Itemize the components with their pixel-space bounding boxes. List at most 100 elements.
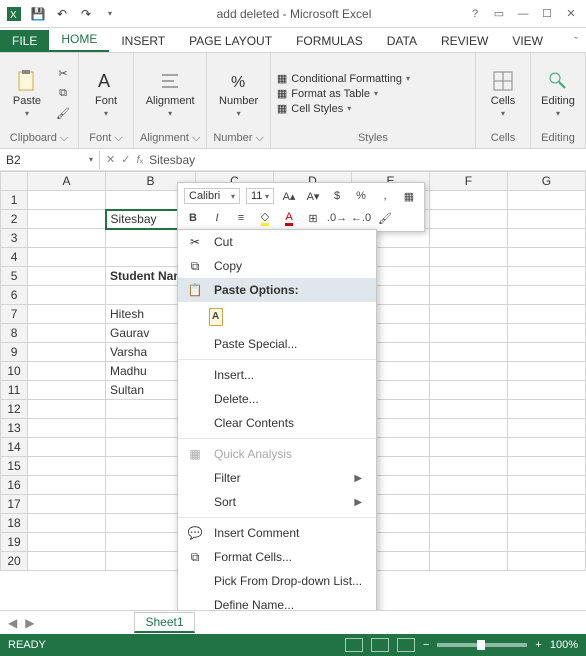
zoom-out-icon[interactable]: − [423, 639, 429, 651]
merge-icon[interactable]: 🖌 [376, 209, 394, 227]
italic-icon[interactable]: I [208, 209, 226, 227]
formula-input[interactable]: Sitesbay [149, 153, 580, 167]
cut-icon[interactable]: ✂ [54, 65, 72, 83]
accounting-format-icon[interactable]: $ [328, 187, 346, 205]
ribbon-options-icon[interactable]: ▭ [488, 4, 510, 24]
format-painter-icon[interactable]: ▦ [400, 187, 418, 205]
clipboard-icon: 📋 [186, 282, 204, 298]
decrease-decimal-icon[interactable]: ←.0 [352, 209, 370, 227]
row-header[interactable]: 11 [1, 381, 28, 400]
paste-button[interactable]: Paste ▾ [6, 69, 48, 118]
tab-pagelayout[interactable]: PAGE LAYOUT [177, 30, 284, 52]
ctx-insert-comment[interactable]: 💬Insert Comment [178, 521, 376, 545]
zoom-slider[interactable] [437, 643, 527, 647]
formatpainter-icon[interactable]: 🖌 [54, 105, 72, 123]
ctx-paste-options[interactable]: 📋Paste Options: [178, 278, 376, 302]
decrease-font-icon[interactable]: A▾ [304, 187, 322, 205]
center-icon[interactable]: ≡ [232, 209, 250, 227]
select-all[interactable] [1, 172, 28, 191]
mini-font-select[interactable]: Calibri▾ [184, 188, 240, 204]
copy-icon[interactable]: ⧉ [54, 85, 72, 103]
nav-prev-icon[interactable]: ◀ [0, 616, 25, 630]
row-header[interactable]: 18 [1, 514, 28, 533]
ctx-sort[interactable]: Sort▶ [178, 490, 376, 514]
row-header[interactable]: 3 [1, 229, 28, 248]
mini-size-select[interactable]: 11▾ [246, 188, 274, 204]
close-icon[interactable]: ✕ [560, 4, 582, 24]
ctx-paste-special[interactable]: Paste Special... [178, 332, 376, 356]
collapse-ribbon-icon[interactable]: ˇ [566, 32, 586, 52]
ctx-filter[interactable]: Filter▶ [178, 466, 376, 490]
name-box[interactable]: B2▾ [0, 151, 100, 169]
row-header[interactable]: 14 [1, 438, 28, 457]
borders-icon[interactable]: ⊞ [304, 209, 322, 227]
row-header[interactable]: 2 [1, 210, 28, 229]
bold-icon[interactable]: B [184, 209, 202, 227]
tab-insert[interactable]: INSERT [109, 30, 177, 52]
ctx-cut[interactable]: ✂Cut [178, 230, 376, 254]
editing-button[interactable]: Editing ▾ [537, 69, 579, 118]
conditional-formatting-button[interactable]: ▦Conditional Formatting▾ [277, 72, 410, 85]
number-button[interactable]: % Number ▾ [218, 69, 260, 118]
fx-icon[interactable]: fₓ [136, 154, 143, 166]
increase-decimal-icon[interactable]: .0→ [328, 209, 346, 227]
view-layout-icon[interactable] [371, 638, 389, 652]
tab-home[interactable]: HOME [49, 28, 109, 52]
enter-icon[interactable]: ✓ [121, 153, 130, 166]
maximize-icon[interactable]: ☐ [536, 4, 558, 24]
help-icon[interactable]: ? [464, 4, 486, 24]
comma-icon[interactable]: , [376, 187, 394, 205]
row-header[interactable]: 15 [1, 457, 28, 476]
tab-formulas[interactable]: FORMULAS [284, 30, 375, 52]
font-button[interactable]: A Font ▾ [85, 69, 127, 118]
row-header[interactable]: 8 [1, 324, 28, 343]
redo-icon[interactable]: ↷ [78, 6, 94, 22]
view-pagebreak-icon[interactable] [397, 638, 415, 652]
ctx-pick-dropdown[interactable]: Pick From Drop-down List... [178, 569, 376, 593]
cancel-icon[interactable]: ✕ [106, 153, 115, 166]
row-header[interactable]: 12 [1, 400, 28, 419]
ctx-insert[interactable]: Insert... [178, 363, 376, 387]
alignment-button[interactable]: Alignment ▾ [149, 69, 191, 118]
increase-font-icon[interactable]: A▴ [280, 187, 298, 205]
font-color-icon[interactable]: A [280, 209, 298, 227]
row-header[interactable]: 13 [1, 419, 28, 438]
ctx-delete[interactable]: Delete... [178, 387, 376, 411]
format-as-table-button[interactable]: ▦Format as Table▾ [277, 87, 410, 100]
view-normal-icon[interactable] [345, 638, 363, 652]
row-header[interactable]: 7 [1, 305, 28, 324]
col-header[interactable]: G [507, 172, 585, 191]
row-header[interactable]: 6 [1, 286, 28, 305]
tab-file[interactable]: FILE [0, 30, 49, 52]
cells-button[interactable]: Cells ▾ [482, 69, 524, 118]
tab-data[interactable]: DATA [375, 30, 429, 52]
zoom-in-icon[interactable]: + [535, 639, 541, 651]
tab-view[interactable]: VIEW [500, 30, 555, 52]
ctx-format-cells[interactable]: ⧉Format Cells... [178, 545, 376, 569]
col-header[interactable]: A [28, 172, 106, 191]
row-header[interactable]: 20 [1, 552, 28, 571]
row-header[interactable]: 4 [1, 248, 28, 267]
row-header[interactable]: 10 [1, 362, 28, 381]
row-header[interactable]: 16 [1, 476, 28, 495]
ctx-paste-values[interactable] [178, 302, 376, 332]
cell-styles-button[interactable]: ▦Cell Styles▾ [277, 102, 410, 115]
row-header[interactable]: 1 [1, 191, 28, 210]
nav-next-icon[interactable]: ▶ [25, 616, 34, 630]
qat-dropdown-icon[interactable]: ▾ [102, 6, 118, 22]
save-icon[interactable]: 💾 [30, 6, 46, 22]
row-header[interactable]: 17 [1, 495, 28, 514]
fill-color-icon[interactable]: ◇ [256, 209, 274, 227]
undo-icon[interactable]: ↶ [54, 6, 70, 22]
tab-review[interactable]: REVIEW [429, 30, 500, 52]
zoom-level[interactable]: 100% [550, 639, 578, 651]
percent-icon[interactable]: % [352, 187, 370, 205]
row-header[interactable]: 19 [1, 533, 28, 552]
col-header[interactable]: F [429, 172, 507, 191]
ctx-copy[interactable]: ⧉Copy [178, 254, 376, 278]
row-header[interactable]: 9 [1, 343, 28, 362]
ctx-clear-contents[interactable]: Clear Contents [178, 411, 376, 435]
row-header[interactable]: 5 [1, 267, 28, 286]
sheet-tab-sheet1[interactable]: Sheet1 [134, 612, 194, 633]
minimize-icon[interactable]: — [512, 4, 534, 24]
